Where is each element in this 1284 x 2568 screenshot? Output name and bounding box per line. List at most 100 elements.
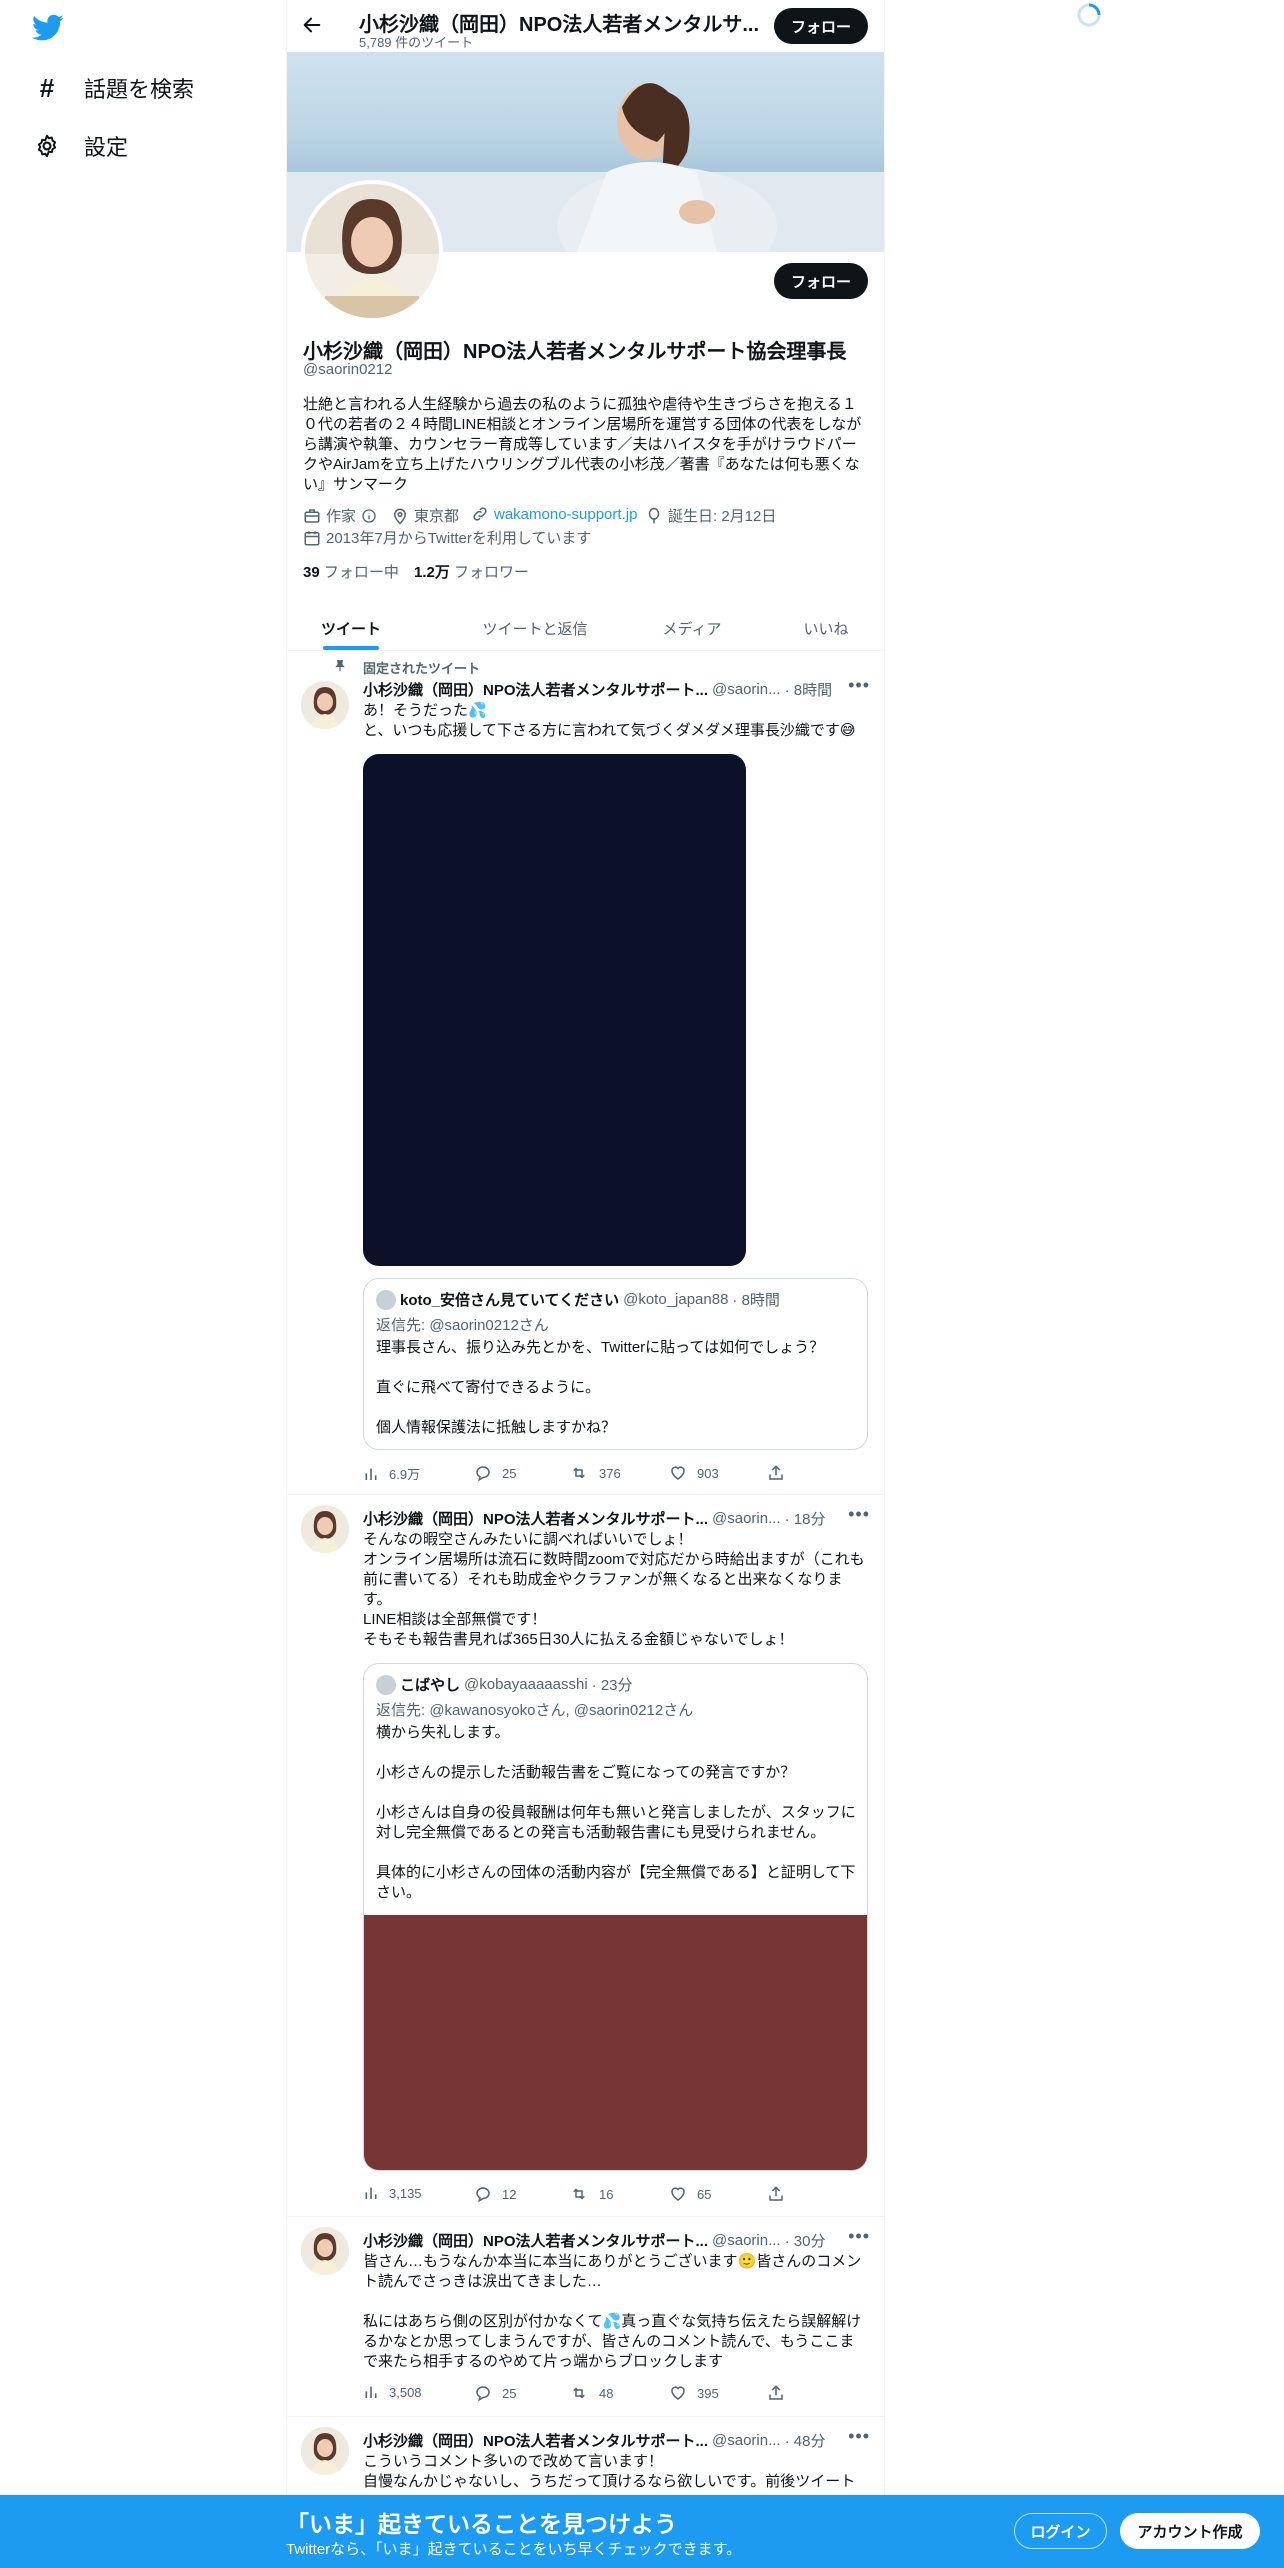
back-button[interactable] <box>301 14 325 38</box>
like-button[interactable]: 395 <box>669 2384 719 2402</box>
pinned-label: 固定されたツイート <box>363 661 481 676</box>
heart-icon <box>671 2386 685 2400</box>
share-icon <box>769 2385 783 2400</box>
pin-icon <box>333 659 347 673</box>
analytics-icon <box>365 2386 377 2398</box>
tweet-header: 小杉沙織（岡田）NPO法人若者メンタルサポート... @saorin... · … <box>363 678 872 700</box>
login-button[interactable]: ログイン <box>1014 2513 1107 2549</box>
profile-avatar[interactable] <box>301 180 443 322</box>
views-button[interactable]: 3,135 <box>363 2185 422 2201</box>
retweet-button[interactable]: 48 <box>569 2384 613 2402</box>
author-name[interactable]: 小杉沙織（岡田）NPO法人若者メンタルサポート... <box>363 1508 708 1529</box>
sidebar-item-settings[interactable]: 設定 <box>34 130 128 162</box>
retweet-button[interactable]: 16 <box>569 2185 613 2203</box>
tweet-time[interactable]: · 18分 <box>785 1508 826 1529</box>
quote-time: · 23分 <box>591 1677 633 1694</box>
author-name[interactable]: 小杉沙織（岡田）NPO法人若者メンタルサポート... <box>363 2230 708 2251</box>
tweet-header: 小杉沙織（岡田）NPO法人若者メンタルサポート... @saorin... · … <box>363 1507 872 1529</box>
share-button[interactable] <box>767 2384 785 2402</box>
tweet-header: 小杉沙織（岡田）NPO法人若者メンタルサポート... @saorin... · … <box>363 2229 872 2251</box>
analytics-icon <box>365 2187 377 2199</box>
tweet-actions: 3,508 25 48 395 <box>363 2384 813 2404</box>
more-icon[interactable]: ••• <box>848 675 870 696</box>
more-icon[interactable]: ••• <box>848 2426 870 2447</box>
profile-location: 東京都 <box>391 505 459 526</box>
retweet-icon <box>573 1467 585 1479</box>
author-handle[interactable]: @saorin... <box>712 2432 781 2449</box>
views-button[interactable]: 3,508 <box>363 2384 422 2400</box>
retweet-icon <box>573 2387 585 2399</box>
followers-link[interactable]: 1.2万 フォロワー <box>414 561 529 582</box>
tweet[interactable]: 小杉沙織（岡田）NPO法人若者メンタルサポート... @saorin... · … <box>287 1495 884 2217</box>
author-handle[interactable]: @saorin... <box>712 1510 781 1527</box>
balloon-icon <box>648 507 660 523</box>
tab-likes[interactable]: いいね <box>781 608 871 648</box>
quote-media[interactable] <box>364 1915 867 2170</box>
tweet-count: 5,789 件のツイート <box>359 35 474 50</box>
more-icon[interactable]: ••• <box>848 2226 870 2247</box>
tab-tweets-and-replies[interactable]: ツイートと返信 <box>455 608 615 648</box>
retweet-button[interactable]: 376 <box>569 1464 621 1482</box>
author-name[interactable]: 小杉沙織（岡田）NPO法人若者メンタルサポート... <box>363 2430 708 2451</box>
profile-follow-button[interactable]: フォロー <box>774 263 868 299</box>
views-button[interactable]: 6.9万 <box>363 1464 420 1483</box>
tweet-text: そんなの暇空さんみたいに調べればいいでしょ！ オンライン居場所は流石に数時間zo… <box>363 1531 865 1648</box>
profile-header-bar: 小杉沙織（岡田）NPO法人若者メンタルサ... 5,789 件のツイート フォロ… <box>287 0 884 52</box>
avatar[interactable] <box>301 681 349 729</box>
tab-media[interactable]: メディア <box>637 608 747 648</box>
tweet-time[interactable]: · 48分 <box>785 2430 826 2451</box>
avatar[interactable] <box>301 2227 349 2275</box>
analytics-icon <box>365 1468 377 1480</box>
avatar[interactable] <box>301 1505 349 1553</box>
quote-author-handle: @kobayaaaaasshi <box>464 1676 588 1693</box>
tweet[interactable]: 小杉沙織（岡田）NPO法人若者メンタルサポート... @saorin... · … <box>287 2217 884 2417</box>
author-handle[interactable]: @saorin... <box>712 681 781 698</box>
quoted-tweet[interactable]: こばやし @kobayaaaaasshi · 23分 返信先: @kawanos… <box>363 1663 868 2171</box>
quoted-tweet[interactable]: koto_安倍さん見ていてください @koto_japan88 · 8時間 返信… <box>363 1278 868 1450</box>
like-button[interactable]: 903 <box>669 1464 719 1482</box>
tab-tweets[interactable]: ツイート <box>301 608 401 648</box>
sidebar-item-label: 設定 <box>84 135 129 160</box>
quote-reply-to: 返信先: @saorin0212さん <box>376 1317 549 1334</box>
avatar <box>376 1289 396 1310</box>
reply-icon <box>476 2386 490 2402</box>
sidebar-item-explore[interactable]: # 話題を検索 <box>34 72 194 104</box>
quote-time: · 8時間 <box>732 1292 780 1309</box>
profile-bio: 壮絶と言われる人生経験から過去の私のように孤独や虐待や生きづらさを抱える１０代の… <box>303 396 862 493</box>
share-button[interactable] <box>767 1464 785 1482</box>
like-button[interactable]: 65 <box>669 2185 711 2203</box>
quote-author-name: koto_安倍さん見ていてください <box>400 1292 620 1309</box>
profile-website-link[interactable]: wakamono-support.jp <box>471 505 637 523</box>
avatar[interactable] <box>301 2427 349 2475</box>
tweet-header: 小杉沙織（岡田）NPO法人若者メンタルサポート... @saorin... · … <box>363 2429 872 2451</box>
tweet-pinned[interactable]: 固定されたツイート 小杉沙織（岡田）NPO法人若者メンタルサポート... @sa… <box>287 651 884 1495</box>
header-follow-button[interactable]: フォロー <box>774 8 868 44</box>
twitter-logo-icon[interactable] <box>32 14 64 42</box>
location-pin-icon <box>393 508 407 525</box>
quote-author-name: こばやし <box>400 1677 461 1694</box>
reply-button[interactable]: 12 <box>474 2185 516 2203</box>
signup-banner: 「いま」起きていることを見つけよう Twitterなら、「いま」起きていることを… <box>0 2495 1284 2568</box>
following-link[interactable]: 39 フォロー中 <box>303 561 399 582</box>
tweet-time[interactable]: · 8時間 <box>785 679 833 700</box>
tweet-time[interactable]: · 30分 <box>785 2230 826 2251</box>
sidebar-item-label: 話題を検索 <box>84 77 195 102</box>
profile-joined: 2013年7月からTwitterを利用しています <box>303 527 591 548</box>
banner-headline: 「いま」起きていることを見つけよう <box>286 2511 677 2537</box>
more-icon[interactable]: ••• <box>848 1504 870 1525</box>
author-name[interactable]: 小杉沙織（岡田）NPO法人若者メンタルサポート... <box>363 679 708 700</box>
tweet-media[interactable] <box>363 754 746 1266</box>
gear-icon <box>34 133 60 159</box>
quote-header: こばやし @kobayaaaaasshi · 23分 <box>376 1674 633 1695</box>
tweet-text: あ！そうだった💦 と、いつも応援して下さる方に言われて気づくダメダメ理事長沙織で… <box>363 702 856 739</box>
briefcase-icon <box>304 508 320 523</box>
reply-button[interactable]: 25 <box>474 1464 516 1482</box>
share-button[interactable] <box>767 2185 785 2203</box>
quote-reply-to: 返信先: @kawanosyokoさん, @saorin0212さん <box>376 1702 694 1719</box>
reply-button[interactable]: 25 <box>474 2384 516 2402</box>
signup-button[interactable]: アカウント作成 <box>1120 2513 1260 2549</box>
author-handle[interactable]: @saorin... <box>712 2232 781 2249</box>
heart-icon <box>671 1466 685 1480</box>
tweet-actions: 6.9万 25 376 903 <box>363 1464 813 1484</box>
calendar-icon <box>304 530 320 545</box>
